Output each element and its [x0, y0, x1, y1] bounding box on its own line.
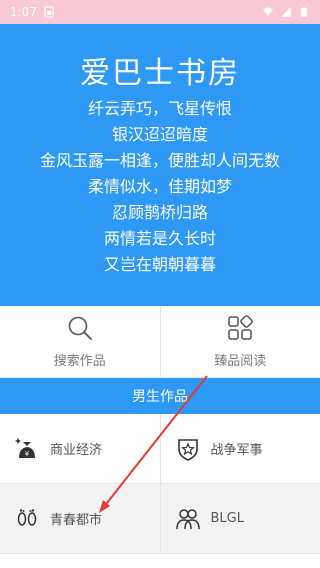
- category-blgl[interactable]: BLGL: [159, 484, 320, 553]
- category-military[interactable]: 战争军事: [159, 414, 320, 483]
- battery-icon: [298, 6, 310, 18]
- poem-line: 忍顾鹊桥归路: [111, 203, 208, 222]
- people-icon: [175, 506, 201, 532]
- poem-line: 两情若是久长时: [103, 229, 216, 248]
- wifi-icon: [262, 6, 274, 18]
- app-title: 爱巴士书房: [80, 56, 240, 91]
- money-bag-icon: ¥: [14, 436, 40, 462]
- svg-text:¥: ¥: [25, 450, 30, 458]
- category-label: 战争军事: [210, 443, 263, 458]
- status-time: 1:07: [10, 5, 37, 19]
- category-row: ¥ 商业经济 战争军事: [0, 414, 320, 484]
- category-grid: ¥ 商业经济 战争军事 青春都市 BLGL: [0, 414, 320, 554]
- footprints-icon: [14, 506, 40, 532]
- section-header-male-works: 男生作品: [0, 378, 320, 414]
- status-right: [262, 6, 310, 18]
- category-label: 青春都市: [50, 513, 103, 528]
- poem-line: 银汉迢迢暗度: [111, 125, 208, 144]
- premium-reading-button[interactable]: 臻品阅读: [159, 306, 320, 377]
- category-row: 青春都市 BLGL: [0, 484, 320, 554]
- status-bar: 1:07: [0, 0, 320, 24]
- poem-line: 纤云弄巧，飞星传恨: [87, 99, 232, 118]
- poem-line: 又岂在朝朝暮暮: [103, 255, 216, 274]
- apps-grid-icon: [226, 314, 254, 342]
- star-shield-icon: [175, 436, 201, 462]
- poem-line: 金风玉露一相逢，便胜却人间无数: [39, 151, 280, 170]
- category-label: 商业经济: [50, 443, 103, 458]
- search-works-label: 搜索作品: [53, 354, 106, 369]
- status-left: 1:07: [10, 5, 55, 19]
- premium-reading-label: 臻品阅读: [214, 354, 267, 369]
- poem-line: 柔情似水，佳期如梦: [87, 177, 232, 196]
- signal-icon: [280, 6, 292, 18]
- category-business[interactable]: ¥ 商业经济: [0, 414, 160, 483]
- sim-card-icon: [43, 6, 55, 18]
- search-icon: [66, 314, 94, 342]
- category-label: BLGL: [210, 511, 244, 526]
- category-youth-urban[interactable]: 青春都市: [0, 484, 160, 553]
- section-title: 男生作品: [132, 389, 188, 405]
- header-banner: 爱巴士书房 纤云弄巧，飞星传恨 银汉迢迢暗度 金风玉露一相逢，便胜却人间无数 柔…: [0, 24, 320, 306]
- poem-block: 纤云弄巧，飞星传恨 银汉迢迢暗度 金风玉露一相逢，便胜却人间无数 柔情似水，佳期…: [0, 96, 320, 278]
- search-works-button[interactable]: 搜索作品: [0, 306, 160, 377]
- quick-actions: 搜索作品 臻品阅读: [0, 306, 320, 378]
